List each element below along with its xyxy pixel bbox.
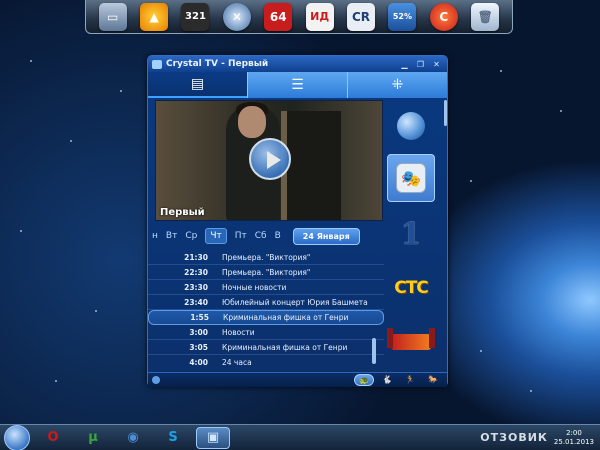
channel-peretz-logo	[387, 328, 435, 350]
runner-icon[interactable]: 🏃	[400, 374, 420, 386]
program-time: 4:00	[189, 358, 208, 367]
schedule-scrollbar[interactable]	[372, 338, 376, 364]
day-tab[interactable]: В	[275, 231, 281, 241]
speed-selector: 🐢 🐇 🏃 🐎	[354, 374, 443, 386]
disc-taskbar-icon[interactable]: ◉	[116, 427, 150, 449]
restore-icon[interactable]: ❐	[414, 59, 427, 70]
program-time: 21:30	[184, 252, 208, 262]
computer-icon[interactable]: ▭	[98, 2, 127, 31]
program-title: Ночные новости	[222, 282, 287, 292]
player-view-icon: ▤	[190, 76, 205, 92]
clock-time: 2:00	[566, 428, 582, 437]
a-52-icon[interactable]: 52%	[388, 2, 417, 31]
day-tab[interactable]: Пт	[235, 231, 247, 241]
title-bar[interactable]: Crystal TV - Первый ▁ ❐ ✕	[148, 56, 447, 72]
window-title: Crystal TV - Первый	[166, 59, 269, 69]
day-tab[interactable]: н	[152, 231, 158, 241]
play-icon[interactable]	[249, 138, 291, 180]
media-player-classic-icon[interactable]: 321	[181, 2, 210, 31]
rabbit-icon[interactable]: 🐇	[377, 374, 397, 386]
clock-date: 25.01.2013	[553, 437, 594, 446]
schedule-row[interactable]: 3:00 Новости	[148, 325, 384, 340]
schedule-row-current[interactable]: 1:55 Криминальная фишка от Генри	[148, 310, 384, 325]
video-preview[interactable]: Первый	[155, 100, 383, 221]
channel-item[interactable]: СТС	[387, 264, 435, 312]
date-button[interactable]: 24 Января	[292, 227, 360, 245]
aida64-icon[interactable]: 64	[264, 2, 293, 31]
program-title: Новости	[222, 327, 255, 337]
utorrent-taskbar-icon[interactable]: µ	[76, 427, 110, 449]
program-title: Криминальная фишка от Генри	[222, 342, 348, 352]
day-tab[interactable]: Сб	[255, 231, 267, 241]
schedule-row[interactable]: 23:40 Юбилейный концерт Юрия Башмета	[148, 295, 384, 310]
abbyy-icon[interactable]: ИД	[305, 2, 334, 31]
horse-icon[interactable]: 🐎	[423, 374, 443, 386]
program-title: Юбилейный концерт Юрия Башмета	[222, 297, 368, 307]
day-selector: н Вт Ср Чт Пт Сб В 24 Января	[152, 226, 384, 246]
channel-item[interactable]	[387, 318, 435, 366]
schedule-row[interactable]: 23:30 Ночные новости	[148, 280, 384, 295]
channel-masks-icon: 🎭	[396, 163, 426, 193]
bottom-bar: 🐢 🐇 🏃 🐎	[148, 372, 447, 387]
otzovik-watermark: ОТЗОВИК	[480, 431, 548, 444]
schedule-row[interactable]: 21:30 Премьера. "Виктория"	[148, 250, 384, 265]
minimize-icon[interactable]: ▁	[398, 59, 411, 70]
program-title: Премьера. "Виктория"	[222, 267, 311, 277]
program-time: 3:05	[189, 342, 208, 352]
channel-item-selected[interactable]: 🎭	[387, 154, 435, 202]
schedule-row[interactable]: 4:00 24 часа	[148, 355, 384, 370]
schedule-row[interactable]: 3:05 Криминальная фишка от Генри	[148, 340, 384, 355]
clock[interactable]: 2:00 25.01.2013	[554, 429, 594, 447]
skype-taskbar-icon[interactable]: S	[156, 427, 190, 449]
channel-sts-logo: СТС	[394, 278, 429, 298]
channel-list: 🎭 1 СТС	[385, 100, 441, 370]
channels-view-icon: ⁜	[391, 77, 404, 93]
channel-item[interactable]: 1	[387, 210, 435, 258]
crystal-reports-icon[interactable]: CR	[347, 2, 376, 31]
start-button[interactable]	[4, 424, 30, 450]
taskbar: O µ ◉ S ▣ ОТЗОВИК 2:00 25.01.2013	[0, 424, 600, 450]
day-tab-active[interactable]: Чт	[205, 228, 227, 244]
program-title: 24 часа	[222, 358, 252, 367]
program-time: 22:30	[184, 267, 208, 277]
opera-taskbar-icon[interactable]: O	[36, 427, 70, 449]
day-tab[interactable]: Ср	[185, 231, 197, 241]
close-icon[interactable]: ✕	[430, 59, 443, 70]
tv-app-icon	[152, 59, 162, 69]
tab-player[interactable]: ▤	[148, 72, 247, 98]
ccleaner-icon[interactable]: C	[429, 2, 458, 31]
program-time: 23:30	[184, 282, 208, 292]
aimp-icon[interactable]: ▲	[140, 2, 169, 31]
program-time: 1:55	[190, 313, 209, 322]
channel-perviy-logo: 1	[400, 216, 422, 252]
program-time: 3:00	[189, 327, 208, 337]
view-tabs: ▤ ☰ ⁜	[148, 72, 447, 98]
channel-item[interactable]	[387, 102, 435, 150]
crystal-tv-window: Crystal TV - Первый ▁ ❐ ✕ ▤ ☰ ⁜ Первый н…	[147, 55, 448, 387]
tab-channels[interactable]: ⁜	[347, 72, 447, 98]
app-dock: ▭ ▲ 321 ✕ 64 ИД CR 52% C 🗑	[85, 0, 513, 34]
list-view-icon: ☰	[291, 77, 304, 93]
recycle-bin-icon[interactable]: 🗑	[471, 2, 500, 31]
channel-globe-icon	[397, 112, 425, 140]
system-tray: ОТЗОВИК 2:00 25.01.2013	[480, 429, 600, 447]
program-title: Криминальная фишка от Генри	[223, 313, 349, 322]
program-time: 23:40	[184, 297, 208, 307]
status-icon[interactable]	[152, 376, 160, 384]
video-channel-caption: Первый	[160, 207, 205, 218]
program-schedule: 21:30 Премьера. "Виктория" 22:30 Премьер…	[148, 250, 384, 370]
program-title: Премьера. "Виктория"	[222, 252, 311, 262]
crystal-tv-taskbar-icon[interactable]: ▣	[196, 426, 230, 449]
xion-icon[interactable]: ✕	[222, 2, 251, 31]
turtle-icon[interactable]: 🐢	[354, 374, 374, 386]
day-tab[interactable]: Вт	[166, 231, 177, 241]
schedule-row[interactable]: 22:30 Премьера. "Виктория"	[148, 265, 384, 280]
tab-list[interactable]: ☰	[247, 72, 347, 98]
channel-scrollbar[interactable]	[444, 100, 447, 126]
